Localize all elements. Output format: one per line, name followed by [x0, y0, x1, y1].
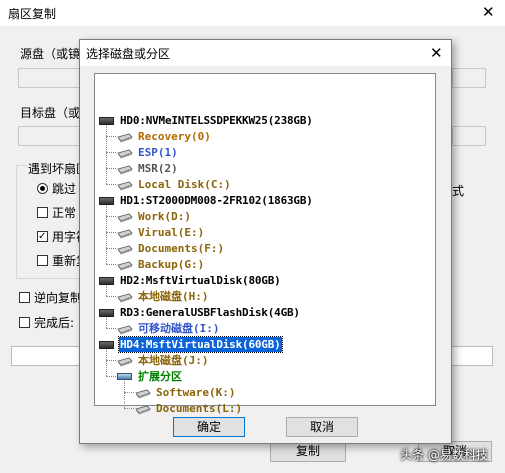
dialog-cancel-button[interactable]: 取消	[286, 417, 358, 437]
tree-connector	[124, 408, 134, 409]
tree-connector	[106, 296, 116, 297]
tree-connector	[106, 152, 116, 153]
tree-node-label: HD4:MsftVirtualDisk(60GB)	[118, 336, 283, 353]
tree-node-label: RD3:GeneralUSBFlashDisk(4GB)	[120, 306, 300, 319]
disk-tree[interactable]: HD0:NVMeINTELSSDPEKKW25(238GB) Recovery(0…	[94, 73, 436, 415]
tree-node-label: ESP(1)	[138, 146, 178, 159]
tree-connector	[106, 264, 116, 265]
tree-node-label: HD0:NVMeINTELSSDPEKKW25(238GB)	[120, 114, 313, 127]
hard-disk-icon	[99, 277, 114, 285]
tree-connector	[106, 205, 107, 264]
tree-connector	[124, 392, 134, 393]
dialog-close-icon[interactable]: ✕	[430, 46, 443, 61]
partition-icon	[117, 164, 133, 175]
tree-connector	[106, 328, 116, 329]
tree-node-label: Local Disk(C:)	[138, 178, 231, 191]
tree-connector	[106, 376, 116, 377]
dialog-titlebar: 选择磁盘或分区 ✕	[80, 40, 451, 66]
tree-node-label: Work(D:)	[138, 210, 191, 223]
tree-node-label: 本地磁盘(H:)	[138, 290, 209, 303]
fill-char-checkbox[interactable]: ✓	[37, 231, 48, 242]
check-icon: ✓	[38, 231, 47, 242]
tree-node-label: 扩展分区	[138, 370, 182, 383]
source-disk-field-right[interactable]	[452, 68, 486, 88]
normal-label: 正常	[52, 206, 77, 220]
select-disk-dialog: 选择磁盘或分区 ✕ HD0:NVMeINTELSSDPEKKW25(238GB)…	[79, 39, 452, 444]
tree-node-label: Documents(F:)	[138, 242, 225, 255]
copy-button-label: 复制	[295, 444, 320, 458]
tree-node-label: Virual(E:)	[138, 226, 205, 239]
reverse-copy-checkbox[interactable]	[19, 292, 30, 303]
tree-node-label: HD2:MsftVirtualDisk(80GB)	[120, 274, 281, 287]
ok-button-label: 确定	[196, 420, 221, 434]
tree-connector	[106, 285, 107, 296]
main-window-titlebar: 扇区复制 ✕	[0, 0, 505, 26]
extended-partition-icon	[117, 373, 132, 380]
target-disk-field-right[interactable]	[452, 126, 486, 146]
after-done-label: 完成后:	[34, 316, 75, 330]
partition-icon	[117, 356, 133, 367]
partition-icon	[117, 228, 133, 239]
tree-connector	[124, 381, 125, 408]
tree-connector	[106, 216, 116, 217]
tree-connector	[106, 168, 116, 169]
partition-icon	[117, 244, 133, 255]
tree-node-label: HD1:ST2000DM008-2FR102(1863GB)	[120, 194, 313, 207]
dialog-title: 选择磁盘或分区	[86, 47, 171, 61]
tree-connector	[106, 136, 116, 137]
target-disk-label: 目标盘（或	[20, 106, 81, 120]
partition-icon	[117, 292, 133, 303]
tree-node-label: 可移动磁盘(I:)	[138, 322, 220, 335]
ok-button[interactable]: 确定	[173, 417, 245, 437]
tree-node-label: Backup(G:)	[138, 258, 205, 271]
hard-disk-icon	[99, 197, 114, 205]
tree-connector	[106, 360, 116, 361]
tree-node-label: Recovery(0)	[138, 130, 211, 143]
tree-node-label: MSR(2)	[138, 162, 178, 175]
normal-checkbox[interactable]	[37, 207, 48, 218]
source-disk-label: 源盘（或镜	[20, 47, 81, 61]
hard-disk-icon	[99, 117, 114, 125]
source-disk-field[interactable]	[18, 68, 88, 88]
reverse-copy-label: 逆向复制	[34, 291, 83, 305]
copy-button[interactable]: 复制	[270, 441, 346, 462]
tree-connector	[106, 349, 107, 376]
target-disk-field[interactable]	[18, 126, 88, 146]
partition-icon	[117, 324, 133, 335]
main-close-icon[interactable]: ✕	[482, 5, 495, 20]
main-window-title: 扇区复制	[8, 7, 57, 21]
after-done-checkbox[interactable]	[19, 317, 30, 328]
retry-checkbox[interactable]	[37, 255, 48, 266]
partition-icon	[117, 212, 133, 223]
tree-connector	[106, 248, 116, 249]
skip-label: 跳过	[52, 182, 77, 196]
partition-icon	[117, 260, 133, 271]
tree-connector	[106, 232, 116, 233]
watermark: 头条 @易数科技	[400, 448, 488, 462]
mode-side-label: 式	[452, 184, 465, 198]
hard-disk-icon	[99, 341, 114, 349]
tree-connector	[106, 125, 107, 184]
skip-radio[interactable]	[37, 183, 48, 194]
partition-icon	[135, 388, 151, 399]
tree-connector	[106, 184, 116, 185]
partition-icon	[117, 180, 133, 191]
partition-icon	[135, 404, 151, 415]
partition-icon	[117, 148, 133, 159]
dialog-cancel-button-label: 取消	[309, 420, 334, 434]
partition-icon	[117, 132, 133, 143]
tree-node-label: Documents(L:)	[156, 402, 243, 415]
tree-node-label: 本地磁盘(J:)	[138, 354, 209, 367]
hard-disk-icon	[99, 309, 114, 317]
tree-connector	[106, 317, 107, 328]
tree-node-label: Software(K:)	[156, 386, 236, 399]
